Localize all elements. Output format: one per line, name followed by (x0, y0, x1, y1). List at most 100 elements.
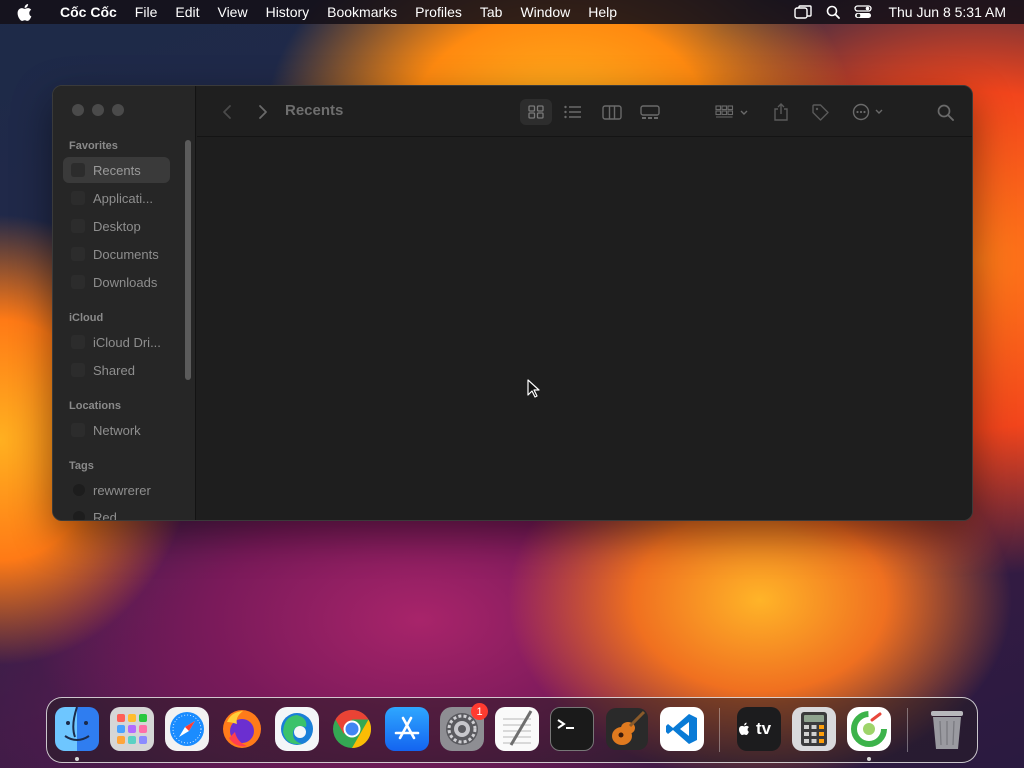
menu-view[interactable]: View (208, 0, 256, 24)
desktop-icon (71, 219, 85, 233)
dock-coc-coc[interactable] (847, 707, 891, 751)
dock-terminal[interactable] (550, 707, 594, 751)
dock-calculator[interactable] (792, 707, 836, 751)
control-center-icon[interactable] (848, 0, 878, 24)
app-store-icon (394, 716, 420, 740)
search-icon[interactable] (933, 99, 957, 125)
dock-launchpad[interactable] (110, 707, 154, 751)
firefox-icon (223, 710, 261, 748)
menu-tab[interactable]: Tab (471, 0, 512, 24)
menu-help[interactable]: Help (579, 0, 626, 24)
dock-finder[interactable] (55, 707, 99, 751)
terminal-prompt-icon (557, 719, 574, 729)
safari-compass-icon (170, 712, 204, 746)
finder-face-icon (64, 707, 90, 741)
column-view-button[interactable] (596, 99, 628, 125)
sidebar-item-tag-rewwrerer[interactable]: rewwrerer (63, 477, 170, 503)
spotlight-search-icon[interactable] (818, 0, 848, 24)
sidebar-item-desktop[interactable]: Desktop (63, 213, 170, 239)
tag-dot-icon (73, 511, 85, 520)
sidebar-item-label: Desktop (93, 218, 141, 234)
dock-garageband[interactable] (605, 707, 649, 751)
sidebar-section-icloud: iCloud (69, 312, 104, 324)
mouse-cursor-icon (527, 379, 540, 398)
sidebar-item-downloads[interactable]: Downloads (63, 269, 170, 295)
sidebar-item-label: rewwrerer (93, 482, 151, 498)
tag-dot-icon (73, 484, 85, 496)
menu-file[interactable]: File (126, 0, 167, 24)
sidebar-item-documents[interactable]: Documents (63, 241, 170, 267)
dock-trash[interactable] (925, 707, 969, 751)
back-button[interactable] (217, 99, 237, 125)
dock-separator (719, 708, 720, 752)
dock-app-store[interactable] (385, 707, 429, 751)
cloud-icon (71, 335, 85, 349)
sidebar-section-tags: Tags (69, 460, 94, 472)
menu-bookmarks[interactable]: Bookmarks (318, 0, 406, 24)
sidebar-item-shared[interactable]: Shared (63, 357, 170, 383)
sidebar-section-favorites: Favorites (69, 140, 118, 152)
window-title: Recents (285, 102, 344, 119)
dock-chrome[interactable] (330, 707, 374, 751)
coc-coc-icon (851, 711, 887, 747)
menu-app-name[interactable]: Cốc Cốc (51, 0, 126, 24)
apple-tv-label: tv (756, 719, 772, 738)
icon-view-button[interactable] (520, 99, 552, 125)
close-window-button[interactable] (72, 104, 84, 116)
clock-icon (71, 163, 85, 177)
document-icon (71, 247, 85, 261)
sidebar-item-label: iCloud Dri... (93, 334, 161, 350)
textedit-icon (503, 710, 533, 746)
launchpad-grid-icon (117, 714, 147, 744)
share-icon[interactable] (769, 99, 793, 125)
dock-firefox[interactable] (220, 707, 264, 751)
menu-edit[interactable]: Edit (166, 0, 208, 24)
dock-vscode[interactable] (660, 707, 704, 751)
dock-edge[interactable] (275, 707, 319, 751)
sidebar-item-label: Downloads (93, 274, 158, 290)
apple-menu-icon[interactable] (17, 3, 39, 21)
dock: 1 tv (46, 697, 978, 763)
sidebar-item-label: Documents (93, 246, 159, 262)
menu-clock[interactable]: Thu Jun 8 5:31 AM (878, 4, 1024, 20)
tag-icon[interactable] (808, 99, 832, 125)
group-by-button[interactable] (712, 99, 752, 125)
sidebar-item-network[interactable]: Network (63, 417, 170, 443)
download-icon (71, 275, 85, 289)
finder-sidebar: Favorites Recents Applicati... Desktop D… (53, 86, 196, 520)
sidebar-item-applications[interactable]: Applicati... (63, 185, 170, 211)
vscode-icon (666, 714, 697, 744)
sidebar-item-label: Recents (93, 162, 141, 178)
sidebar-item-tag-red[interactable]: Red (63, 504, 170, 521)
network-icon (71, 423, 85, 437)
finder-toolbar: Recents (197, 86, 972, 137)
more-actions-button[interactable] (849, 99, 889, 125)
window-controls (72, 104, 124, 116)
sidebar-scrollbar[interactable] (185, 140, 191, 380)
edge-icon (281, 713, 313, 745)
guitar-icon (606, 708, 648, 750)
dock-textedit[interactable] (495, 707, 539, 751)
list-view-button[interactable] (557, 99, 589, 125)
dock-safari[interactable] (165, 707, 209, 751)
running-indicator (867, 757, 871, 761)
finder-content-area[interactable] (197, 138, 972, 520)
trash-icon (931, 711, 963, 749)
zoom-window-button[interactable] (112, 104, 124, 116)
menu-history[interactable]: History (257, 0, 319, 24)
sidebar-item-icloud-drive[interactable]: iCloud Dri... (63, 329, 170, 355)
calculator-icon (801, 712, 827, 746)
menu-window[interactable]: Window (511, 0, 579, 24)
sidebar-item-label: Shared (93, 362, 135, 378)
sidebar-item-label: Red (93, 509, 117, 521)
forward-button[interactable] (253, 99, 273, 125)
gallery-view-button[interactable] (634, 99, 666, 125)
sidebar-item-label: Applicati... (93, 190, 153, 206)
sidebar-section-locations: Locations (69, 400, 121, 412)
dock-apple-tv[interactable]: tv (737, 707, 781, 751)
minimize-window-button[interactable] (92, 104, 104, 116)
sidebar-item-recents[interactable]: Recents (63, 157, 170, 183)
menu-profiles[interactable]: Profiles (406, 0, 471, 24)
screen-mirroring-icon[interactable] (788, 0, 818, 24)
dock-separator (907, 708, 908, 752)
